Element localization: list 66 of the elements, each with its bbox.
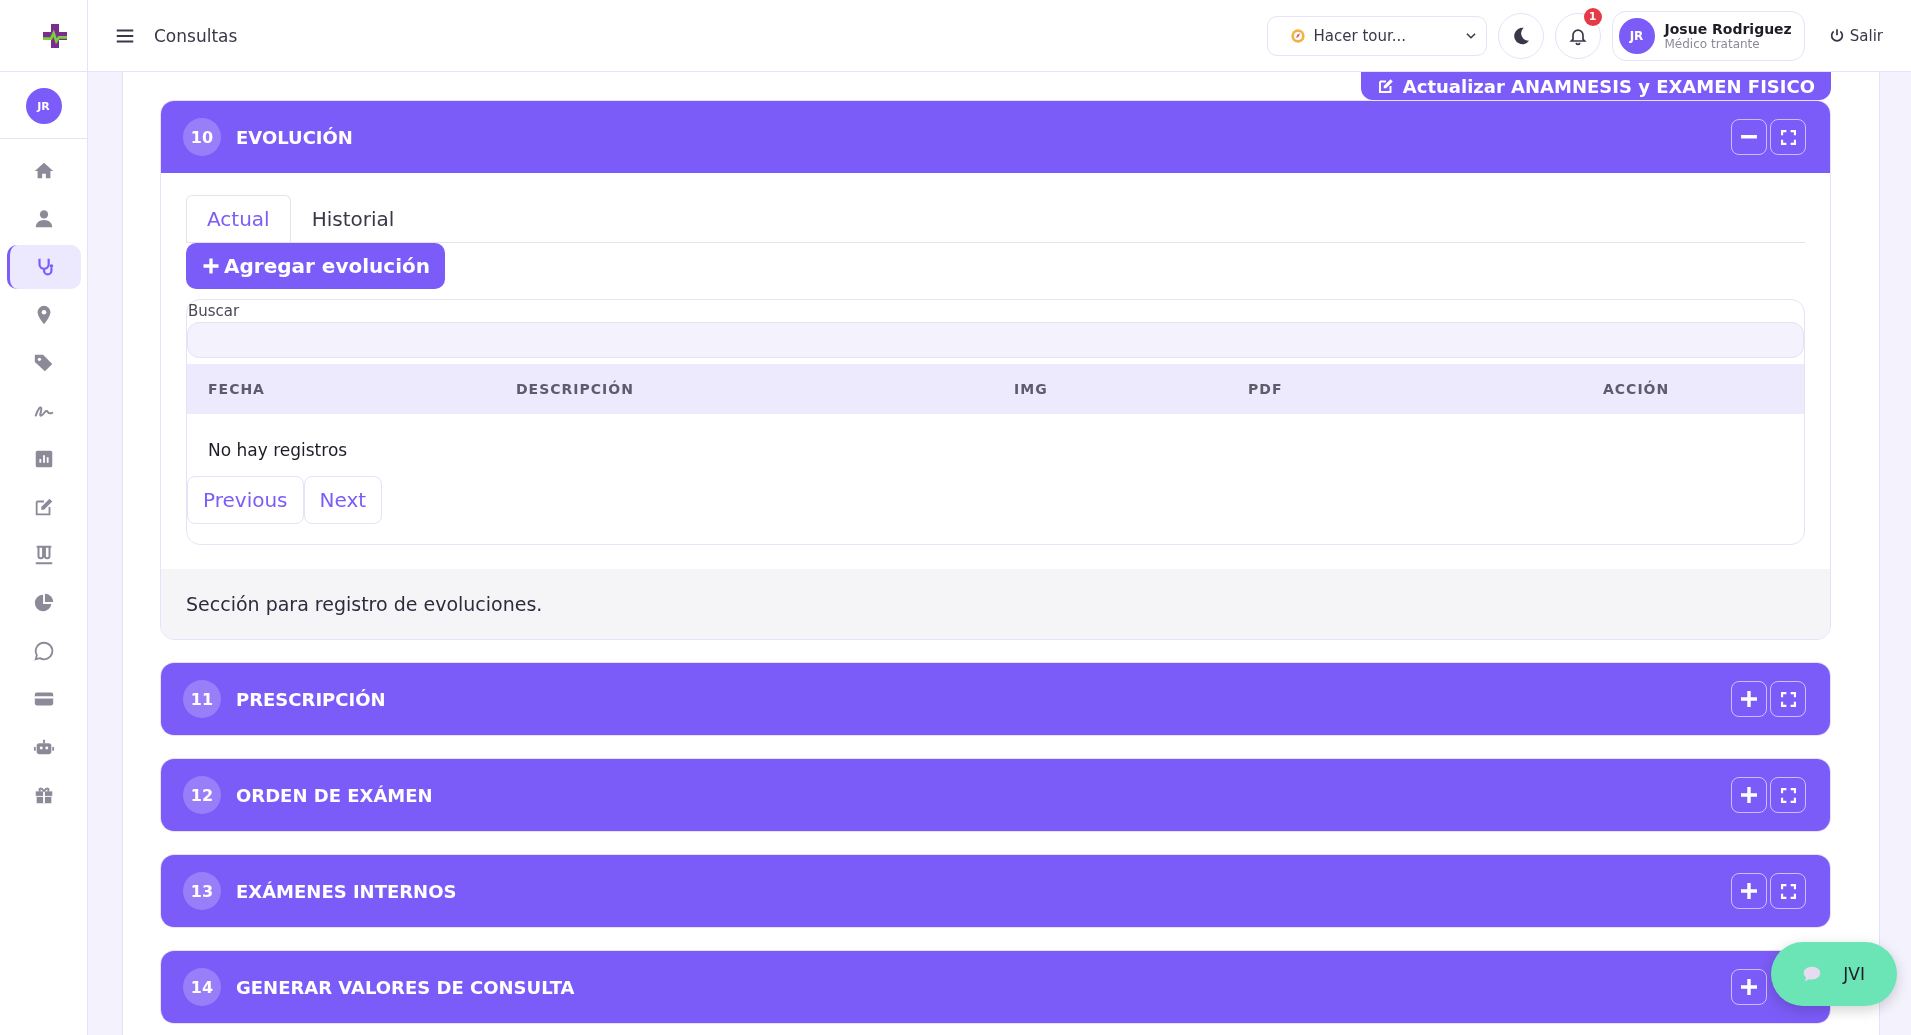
section-title: EXÁMENES INTERNOS <box>236 880 458 902</box>
section-header[interactable]: 11 PRESCRIPCIÓN <box>161 663 1830 735</box>
update-anamnesis-button[interactable]: Actualizar ANAMNESIS y EXAMEN FISICO <box>1360 72 1831 100</box>
column-header: PDF <box>1247 381 1284 397</box>
expand-button[interactable] <box>1731 969 1767 1005</box>
section-number: 14 <box>183 968 221 1006</box>
minus-icon <box>1741 135 1757 139</box>
tour-select[interactable]: Hacer tour... <box>1266 15 1487 56</box>
sidebar-item[interactable] <box>6 245 81 289</box>
power-icon <box>1828 27 1845 44</box>
fullscreen-icon <box>1780 883 1796 899</box>
page-title: Consultas <box>154 25 238 46</box>
add-evolution-button[interactable]: Agregar evolución <box>186 243 445 289</box>
user-name: Josue Rodriguez <box>1664 20 1792 37</box>
section-title: ORDEN DE EXÁMEN <box>236 784 434 806</box>
notification-badge: 1 <box>1583 7 1602 26</box>
fullscreen-button[interactable] <box>1770 777 1806 813</box>
section-title: EVOLUCIÓN <box>236 126 354 148</box>
user-avatar: JR <box>25 88 62 124</box>
plus-icon <box>1741 691 1757 707</box>
section-title: PRESCRIPCIÓN <box>236 688 387 710</box>
section-number: 10 <box>183 118 221 156</box>
compass-icon <box>1289 27 1306 44</box>
plus-icon <box>201 256 221 276</box>
plus-icon <box>1741 979 1757 995</box>
section-description: Sección para registro de evoluciones. <box>186 593 543 615</box>
user-role: Médico tratante <box>1664 36 1760 51</box>
pagination-button[interactable]: Previous <box>187 476 304 524</box>
section-header[interactable]: 14 GENERAR VALORES DE CONSULTA <box>161 951 1830 1023</box>
column-header: ACCIÓN <box>1602 381 1671 397</box>
edit-icon <box>1376 77 1395 95</box>
collapse-button[interactable] <box>1731 119 1767 155</box>
section-number: 12 <box>183 776 221 814</box>
tab[interactable]: Historial <box>290 195 416 242</box>
fullscreen-button[interactable] <box>1770 873 1806 909</box>
chat-bubble-icon <box>32 640 55 662</box>
expand-button[interactable] <box>1731 681 1767 717</box>
user-menu[interactable]: JR Josue Rodriguez Médico tratante <box>1611 10 1805 61</box>
user-avatar: JR <box>1618 17 1655 54</box>
tab[interactable]: Actual <box>186 195 291 242</box>
chat-button[interactable]: JVI <box>1771 942 1897 1006</box>
section-header[interactable]: 10 EVOLUCIÓN <box>161 101 1830 173</box>
search-label: Buscar <box>187 301 240 322</box>
fullscreen-icon <box>1780 129 1796 145</box>
tags-icon <box>32 352 55 374</box>
section-header[interactable]: 12 ORDEN DE EXÁMEN <box>161 759 1830 831</box>
logout-button[interactable]: Salir <box>1824 22 1887 49</box>
fullscreen-icon <box>1780 691 1796 707</box>
fullscreen-icon <box>1780 787 1796 803</box>
search-field[interactable] <box>187 322 1804 358</box>
plus-icon <box>1741 883 1757 899</box>
column-header: IMG <box>1013 381 1049 397</box>
section-number: 13 <box>183 872 221 910</box>
pie-chart-icon <box>32 592 55 614</box>
section-header[interactable]: 13 EXÁMENES INTERNOS <box>161 855 1830 927</box>
empty-message: No hay registros <box>208 440 348 460</box>
expand-button[interactable] <box>1731 777 1767 813</box>
column-header: DESCRIPCIÓN <box>515 381 635 397</box>
fullscreen-button[interactable] <box>1770 119 1806 155</box>
column-header: FECHA <box>207 381 266 397</box>
fullscreen-button[interactable] <box>1770 681 1806 717</box>
section-number: 11 <box>183 680 221 718</box>
pagination-button[interactable]: Next <box>303 476 383 524</box>
section-title: GENERAR VALORES DE CONSULTA <box>236 976 576 998</box>
expand-button[interactable] <box>1731 873 1767 909</box>
plus-icon <box>1741 787 1757 803</box>
